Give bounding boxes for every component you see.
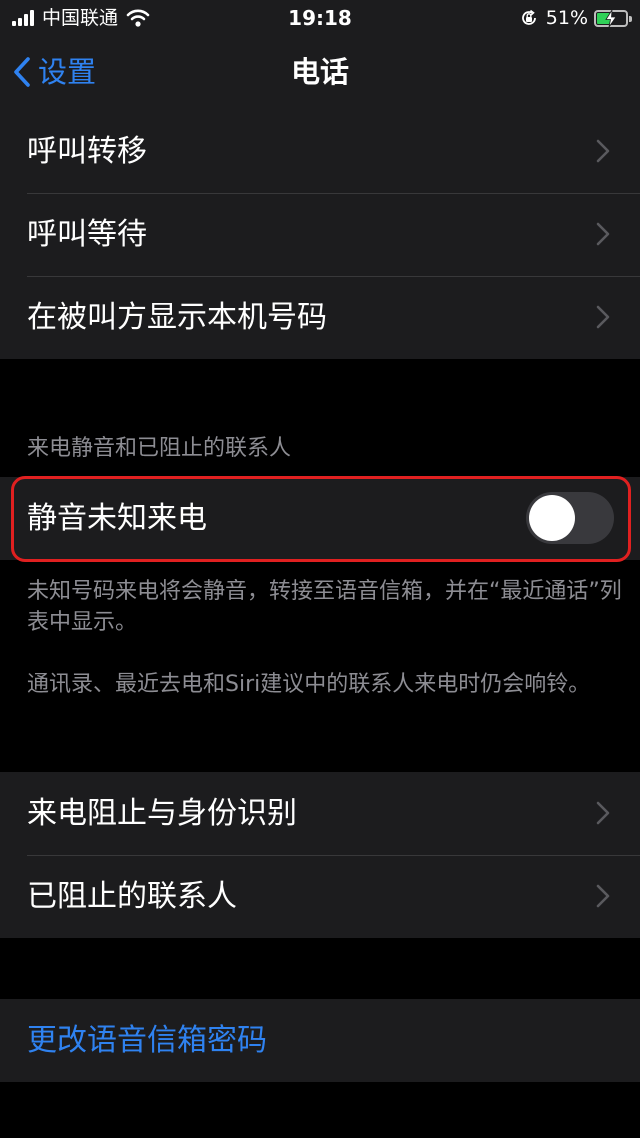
silence-unknown-callers-label: 静音未知来电 (27, 500, 207, 536)
silence-unknown-callers-cell: 静音未知来电 (0, 477, 640, 560)
chevron-right-icon (596, 139, 610, 163)
change-voicemail-password-cell[interactable]: 更改语音信箱密码 (0, 999, 640, 1082)
battery-tip (629, 15, 632, 22)
page-title: 电话 (290, 55, 349, 89)
chevron-right-icon (596, 884, 610, 908)
navigation-bar: 设置 电话 (0, 36, 640, 110)
blocked-contacts-label: 已阻止的联系人 (27, 878, 237, 914)
call-settings-group: 呼叫转移 呼叫等待 在被叫方显示本机号码 (0, 110, 640, 359)
call-waiting-label: 呼叫等待 (27, 216, 147, 252)
call-forwarding-cell[interactable]: 呼叫转移 (0, 110, 640, 193)
call-blocking-identification-label: 来电阻止与身份识别 (27, 795, 297, 831)
call-blocking-identification-cell[interactable]: 来电阻止与身份识别 (0, 772, 640, 855)
blocking-group: 来电阻止与身份识别 已阻止的联系人 (0, 772, 640, 938)
orientation-lock-icon (521, 9, 536, 25)
battery-charging-icon (594, 9, 632, 27)
chevron-right-icon (596, 801, 610, 825)
call-forwarding-label: 呼叫转移 (27, 133, 147, 169)
change-voicemail-password-link[interactable]: 更改语音信箱密码 (27, 1021, 267, 1061)
back-button[interactable]: 设置 (12, 50, 96, 94)
status-bar: 中国联通 19:18 51% (0, 0, 640, 36)
chevron-right-icon (596, 305, 610, 329)
battery-percent: 51% (545, 7, 588, 29)
call-waiting-cell[interactable]: 呼叫等待 (0, 193, 640, 276)
voicemail-group: 更改语音信箱密码 (0, 999, 640, 1082)
status-right: 51% (520, 6, 632, 30)
silence-section-header: 来电静音和已阻止的联系人 (27, 436, 292, 461)
silence-footer-text-2: 通讯录、最近去电和Siri建议中的联系人来电时仍会响铃。 (27, 672, 591, 697)
chevron-right-icon (596, 222, 610, 246)
silence-group: 静音未知来电 (0, 477, 640, 560)
back-label: 设置 (38, 55, 97, 89)
silence-footer-text-1: 未知号码来电将会静音，转接至语音信箱，并在“最近通话”列表中显示。 (27, 579, 622, 635)
show-caller-id-cell[interactable]: 在被叫方显示本机号码 (0, 276, 640, 359)
silence-unknown-callers-toggle[interactable] (526, 492, 614, 544)
bolt-icon (605, 9, 617, 27)
toggle-knob (529, 495, 575, 541)
show-caller-id-label: 在被叫方显示本机号码 (27, 299, 327, 335)
chevron-left-icon (14, 57, 30, 87)
blocked-contacts-cell[interactable]: 已阻止的联系人 (0, 855, 640, 938)
